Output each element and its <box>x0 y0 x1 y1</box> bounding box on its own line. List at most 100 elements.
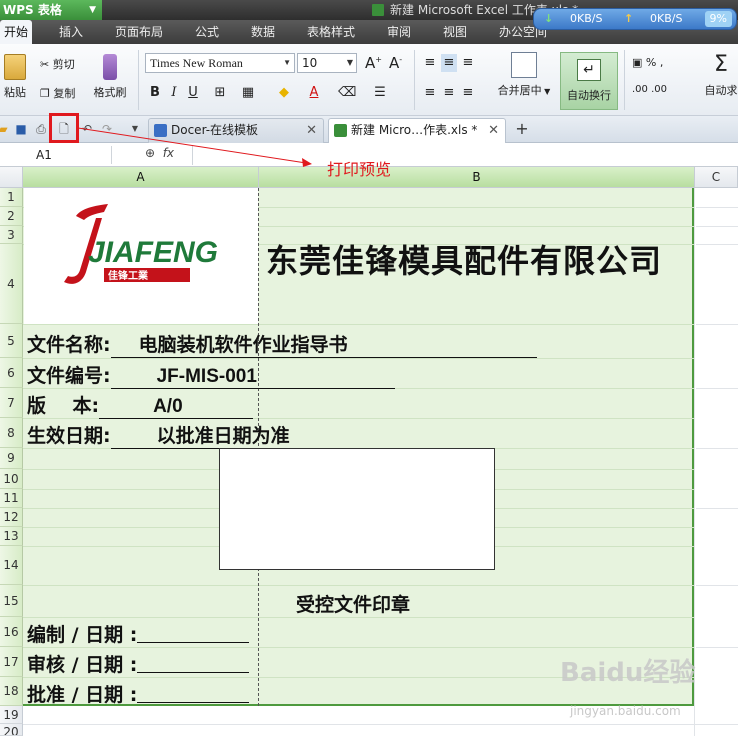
decimal-places-icon[interactable]: .00 .00 <box>632 84 667 95</box>
zoom-icon: ⊕ <box>145 146 156 160</box>
ribbon: 粘贴 ✂ 剪切 ❐ 复制 格式刷 Times New Roman ▼ 10 ▼ A+… <box>0 44 738 116</box>
row-header[interactable]: 2 <box>0 207 23 226</box>
wrap-text-icon: ↵ <box>577 59 601 81</box>
wrap-text-button[interactable]: ↵ 自动换行 <box>560 52 618 110</box>
decrease-font-icon[interactable]: A- <box>389 54 402 72</box>
row-header[interactable]: 16 <box>0 617 23 647</box>
row-header[interactable]: 8 <box>0 418 23 448</box>
gridline <box>696 226 738 227</box>
format-painter-button[interactable]: 格式刷 <box>90 54 130 100</box>
company-title: 东莞佳锋模具配件有限公司 <box>266 242 663 280</box>
paste-button[interactable]: 粘贴 <box>0 54 30 100</box>
tab-page-layout[interactable]: 页面布局 <box>108 20 170 44</box>
underline-icon[interactable]: U <box>185 84 201 102</box>
formula-input[interactable] <box>192 145 738 165</box>
tab-table-style[interactable]: 表格样式 <box>300 20 362 44</box>
tab-insert[interactable]: 插入 <box>50 20 92 44</box>
align-center-icon[interactable]: ≡ <box>441 84 457 102</box>
align-right-icon[interactable]: ≡ <box>460 84 476 102</box>
bold-icon[interactable]: B <box>147 84 163 102</box>
align-top-icon[interactable]: ≡ <box>422 54 438 72</box>
tab-formulas[interactable]: 公式 <box>186 20 228 44</box>
fill-color-icon[interactable]: ◆ <box>276 84 292 102</box>
print-icon[interactable]: ⎙ <box>34 122 48 136</box>
tab-home[interactable]: 开始 <box>0 20 32 44</box>
sigma-icon: Σ <box>714 52 728 77</box>
quick-access-toolbar: ▰ ■ ⎙ 🗋 ↶ ↷ ▼ Docer-在线模板 ✕ 新建 Micro…作表.x… <box>0 116 738 143</box>
row-header[interactable]: 19 <box>0 706 23 724</box>
wps-app-menu-button[interactable]: WPS 表格 ▼ <box>0 0 102 20</box>
auto-sum-button[interactable]: Σ 自动求 <box>704 52 738 98</box>
gridline <box>696 244 738 245</box>
tab-view[interactable]: 视图 <box>434 20 476 44</box>
column-header-c[interactable]: C <box>695 167 738 188</box>
stamp-box <box>219 448 495 570</box>
name-box[interactable]: A1 <box>0 146 112 164</box>
row-header[interactable]: 5 <box>0 324 23 358</box>
row-header[interactable]: 11 <box>0 489 23 508</box>
field-version: 版 本: A/0 <box>27 391 254 419</box>
tab-workbook[interactable]: 新建 Micro…作表.xls * ✕ <box>328 118 506 143</box>
row-header[interactable]: 12 <box>0 508 23 527</box>
select-all-corner[interactable] <box>0 167 23 188</box>
row-header[interactable]: 10 <box>0 469 23 489</box>
row-header[interactable]: 7 <box>0 388 23 418</box>
row-header[interactable]: 6 <box>0 358 23 388</box>
align-bottom-icon[interactable]: ≡ <box>460 54 476 72</box>
cell-style-icon[interactable]: ▦ <box>240 84 256 102</box>
row-header[interactable]: 17 <box>0 647 23 677</box>
gridline <box>23 324 694 325</box>
cut-button[interactable]: ✂ 剪切 <box>40 56 75 72</box>
font-size-select[interactable]: 10 ▼ <box>297 53 357 73</box>
paintbrush-icon <box>103 54 117 80</box>
close-icon[interactable]: ✕ <box>306 119 317 142</box>
upload-speed: 0KB/S <box>650 12 683 25</box>
merge-center-button[interactable]: 合并居中 ▼ <box>494 52 554 98</box>
tab-docer-templates[interactable]: Docer-在线模板 ✕ <box>148 118 324 143</box>
new-tab-icon[interactable]: + <box>515 121 529 137</box>
row-header[interactable]: 4 <box>0 244 23 324</box>
save-icon[interactable]: ■ <box>14 122 28 136</box>
tab-review[interactable]: 审阅 <box>378 20 420 44</box>
row-header[interactable]: 18 <box>0 677 23 706</box>
tab-data[interactable]: 数据 <box>242 20 284 44</box>
customize-toolbar-icon[interactable]: ▼ <box>128 122 142 136</box>
fx-button[interactable]: ⊕ fx <box>145 146 174 160</box>
gridline <box>696 207 738 208</box>
row-header[interactable]: 1 <box>0 188 23 207</box>
spreadsheet-icon <box>372 4 384 16</box>
row-header[interactable]: 13 <box>0 527 23 546</box>
undo-icon[interactable]: ↶ <box>80 122 94 136</box>
align-left-icon[interactable]: ≡ <box>422 84 438 102</box>
font-name-select[interactable]: Times New Roman ▼ <box>145 53 295 73</box>
row-header[interactable]: 14 <box>0 546 23 585</box>
indent-icon[interactable]: ☰ <box>372 84 388 102</box>
ribbon-separator <box>624 50 625 110</box>
ribbon-separator <box>414 50 415 110</box>
row-header[interactable]: 9 <box>0 448 23 469</box>
copy-icon: ❐ <box>40 87 50 100</box>
network-speed-widget: ↓ 0KB/S ↑ 0KB/S 9% <box>533 8 737 30</box>
gridline <box>696 647 738 648</box>
copy-button[interactable]: ❐ 复制 <box>40 85 75 101</box>
clear-format-icon[interactable]: ⌫ <box>338 84 356 102</box>
signature-blank <box>137 655 250 673</box>
gridline <box>696 508 738 509</box>
row-header[interactable]: 20 <box>0 724 23 736</box>
redo-icon[interactable]: ↷ <box>100 122 114 136</box>
row-header[interactable]: 3 <box>0 226 23 244</box>
increase-font-icon[interactable]: A+ <box>365 54 382 72</box>
number-format-icon[interactable]: ▣ % , <box>632 56 663 69</box>
column-header-b[interactable]: B <box>259 167 695 188</box>
chevron-down-icon: ▼ <box>283 58 291 67</box>
close-icon[interactable]: ✕ <box>488 119 499 142</box>
open-folder-icon[interactable]: ▰ <box>0 122 10 136</box>
italic-icon[interactable]: I <box>166 84 182 102</box>
signature-blank <box>137 685 250 703</box>
border-icon[interactable]: ⊞ <box>212 84 228 102</box>
chevron-down-icon: ▼ <box>346 58 353 67</box>
column-header-a[interactable]: A <box>23 167 259 188</box>
align-middle-icon[interactable]: ≡ <box>441 54 457 72</box>
row-header[interactable]: 15 <box>0 585 23 617</box>
font-color-icon[interactable]: A <box>306 84 322 102</box>
